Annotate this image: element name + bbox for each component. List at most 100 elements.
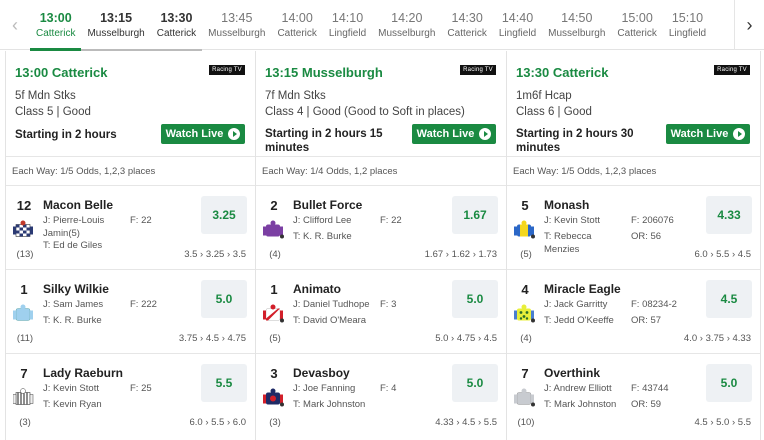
runner-form: F: 43744 <box>631 383 669 394</box>
each-way-terms: Each Way: 1/5 Odds, 1,2,3 places <box>507 157 760 186</box>
horse-name[interactable]: Lady Raeburn <box>43 366 123 380</box>
runner-number: 1 <box>20 282 28 297</box>
jockey-name: J: Clifford Lee <box>293 215 352 226</box>
trainer-name: T: Jedd O'Keeffe <box>544 315 614 326</box>
horse-name[interactable]: Miracle Eagle <box>544 282 621 296</box>
race-tab[interactable]: 14:20 Musselburgh <box>372 0 441 50</box>
runner-draw: (3) <box>19 417 31 428</box>
race-tab-course: Catterick <box>36 27 76 39</box>
runner-draw: (11) <box>16 333 34 344</box>
trainer-name: T: Mark Johnston <box>293 399 366 410</box>
racing-tv-logo: Racing TV <box>460 65 496 75</box>
scroll-right-icon[interactable]: › <box>734 0 764 50</box>
trainer-name: T: Mark Johnston <box>544 399 617 410</box>
race-start-time: Starting in 2 hours 15 minutes <box>265 128 383 154</box>
runner-row[interactable]: 4 (4) Miracle Eagle J: Jack Garritty T: Jedd… <box>507 270 760 354</box>
watch-live-button[interactable]: Watch Live <box>161 124 245 144</box>
racing-tv-logo: Racing TV <box>714 65 750 75</box>
race-tab[interactable]: 14:30 Catterick <box>441 0 492 50</box>
runner-form: F: 25 <box>130 383 152 394</box>
runner-number: 7 <box>521 366 529 381</box>
race-header: 13:00 Catterick Racing TV 5f Mdn Stks Class… <box>6 51 255 157</box>
racing-tv-logo: Racing TV <box>209 65 245 75</box>
runner-form: F: 222 <box>130 299 157 310</box>
horse-name[interactable]: Animato <box>293 282 341 296</box>
jockey-silk-icon <box>13 304 33 326</box>
jockey-name: J: Kevin Stott <box>544 215 600 226</box>
runner-draw: (4) <box>269 249 281 260</box>
race-tab[interactable]: 13:15 Musselburgh <box>81 0 151 51</box>
race-tab-time: 14:00 <box>281 10 313 25</box>
race-tab-course: Lingfield <box>498 27 537 39</box>
race-tab[interactable]: 14:40 Lingfield <box>493 0 542 50</box>
official-rating: OR: 57 <box>631 315 662 326</box>
race-tab[interactable]: 13:45 Musselburgh <box>202 0 271 50</box>
race-tab-course: Catterick <box>277 27 317 39</box>
race-tab[interactable]: 14:00 Catterick <box>271 0 322 50</box>
race-tab-time: 15:10 <box>671 10 704 25</box>
watch-live-button[interactable]: Watch Live <box>412 124 496 144</box>
race-tab[interactable]: 14:10 Lingfield <box>323 0 372 50</box>
runner-number: 5 <box>521 198 529 213</box>
race-tab[interactable]: 15:00 Catterick <box>611 0 662 50</box>
horse-name[interactable]: Devasboy <box>293 366 350 380</box>
race-tab-course: Musselburgh <box>87 27 145 39</box>
play-icon <box>479 128 492 140</box>
odds-button[interactable]: 5.0 <box>452 280 498 318</box>
horse-name[interactable]: Overthink <box>544 366 600 380</box>
watch-live-label: Watch Live <box>670 128 729 140</box>
runner-row[interactable]: 7 (3) Lady Raeburn J: Kevin Stott T: Kevin R… <box>6 354 255 438</box>
race-start-time: Starting in 2 hours <box>15 129 117 141</box>
scroll-left-icon[interactable]: ‹ <box>0 0 30 50</box>
watch-live-button[interactable]: Watch Live <box>666 124 750 144</box>
horse-name[interactable]: Bullet Force <box>293 198 362 212</box>
jockey-silk-icon <box>13 220 33 242</box>
race-card: 13:00 Catterick Racing TV 5f Mdn Stks Class… <box>5 51 256 440</box>
each-way-terms: Each Way: 1/4 Odds, 1,2 places <box>256 157 506 186</box>
jockey-name: J: Daniel Tudhope <box>293 299 370 310</box>
runner-row[interactable]: 2 (4) Bullet Force J: Clifford Lee T: K. R. … <box>256 186 506 270</box>
runner-number: 4 <box>521 282 529 297</box>
runner-form: F: 08234-2 <box>631 299 677 310</box>
runner-form: F: 4 <box>380 383 397 394</box>
price-history: 3.5 › 3.25 › 3.5 <box>184 249 246 260</box>
odds-button[interactable]: 3.25 <box>201 196 247 234</box>
race-tab[interactable]: 13:30 Catterick <box>150 0 203 51</box>
runner-row[interactable]: 1 (11) Silky Wilkie J: Sam James T: K. R. Bu… <box>6 270 255 354</box>
price-history: 3.75 › 4.5 › 4.75 <box>178 333 246 344</box>
price-history: 6.0 › 5.5 › 4.5 <box>694 249 751 260</box>
odds-button[interactable]: 5.0 <box>706 364 752 402</box>
runner-row[interactable]: 1 (5) Animato J: Daniel Tudhope T: David O'M… <box>256 270 506 354</box>
race-tab-time: 13:30 <box>160 10 193 25</box>
jockey-silk-icon <box>263 304 284 326</box>
race-tab[interactable]: 15:10 Lingfield <box>663 0 712 50</box>
race-tab-time: 13:00 <box>39 10 72 25</box>
watch-live-label: Watch Live <box>165 128 224 140</box>
horse-name[interactable]: Monash <box>544 198 589 212</box>
race-tab-time: 14:10 <box>331 10 364 25</box>
runner-form: F: 206076 <box>631 215 674 226</box>
jockey-silk-icon <box>263 388 284 410</box>
runner-row[interactable]: 12 (13) Macon Belle J: Pierre-Louis Jamin(5… <box>6 186 255 270</box>
runner-row[interactable]: 7 (10) Overthink J: Andrew Elliott T: Mark J… <box>507 354 760 438</box>
odds-button[interactable]: 5.0 <box>452 364 498 402</box>
runner-form: F: 22 <box>130 215 152 226</box>
trainer-name: T: Kevin Ryan <box>43 399 102 410</box>
play-icon <box>733 128 746 140</box>
odds-button[interactable]: 5.0 <box>201 280 247 318</box>
horse-name[interactable]: Silky Wilkie <box>43 282 109 296</box>
odds-button[interactable]: 1.67 <box>452 196 498 234</box>
race-tab-course: Lingfield <box>328 27 367 39</box>
odds-button[interactable]: 5.5 <box>201 364 247 402</box>
runner-row[interactable]: 3 (3) Devasboy J: Joe Fanning T: Mark Johnst… <box>256 354 506 438</box>
race-tab-course: Musselburgh <box>208 27 266 39</box>
race-card: 13:15 Musselburgh Racing TV 7f Mdn Stks Cla… <box>256 51 507 440</box>
runner-number: 1 <box>270 282 278 297</box>
odds-button[interactable]: 4.33 <box>706 196 752 234</box>
odds-button[interactable]: 4.5 <box>706 280 752 318</box>
race-tab[interactable]: 13:00 Catterick <box>30 0 82 51</box>
race-tab[interactable]: 14:50 Musselburgh <box>542 0 611 50</box>
play-icon <box>228 128 241 140</box>
horse-name[interactable]: Macon Belle <box>43 198 113 212</box>
runner-row[interactable]: 5 (5) Monash J: Kevin Stott T: Rebecca Menzi… <box>507 186 760 270</box>
